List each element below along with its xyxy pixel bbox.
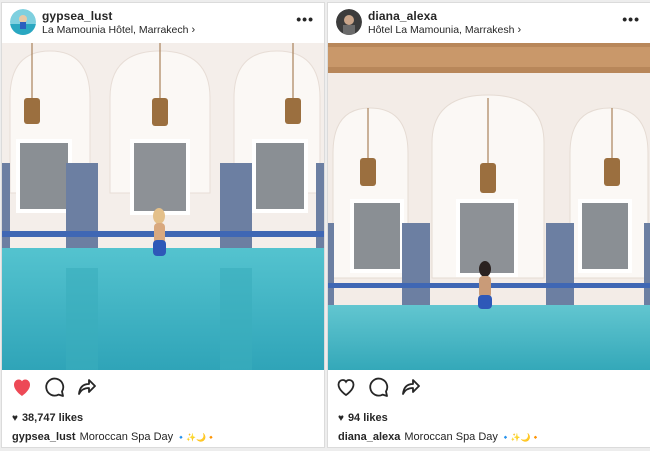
chevron-right-icon: ›	[517, 24, 522, 36]
instagram-comparison: gypsea_lust La Mamounia Hôtel, Marrakech…	[0, 0, 650, 451]
caption-username[interactable]: diana_alexa	[338, 431, 400, 443]
post-card-diana: diana_alexa Hôtel La Mamounia, Marrakesh…	[327, 2, 650, 448]
caption-emoji: 🔹✨🌙🔸	[176, 433, 216, 442]
post-actions	[328, 375, 650, 401]
share-icon[interactable]	[398, 375, 422, 399]
caption-username[interactable]: gypsea_lust	[12, 431, 76, 443]
caption-text: Moroccan Spa Day	[404, 431, 498, 443]
post-photo[interactable]	[328, 43, 650, 370]
avatar[interactable]	[10, 9, 36, 35]
post-header: diana_alexa Hôtel La Mamounia, Marrakesh…	[328, 3, 650, 43]
comment-icon[interactable]	[366, 375, 390, 399]
location-label: La Mamounia Hôtel, Marrakech	[42, 24, 189, 36]
chevron-right-icon: ›	[191, 24, 196, 36]
share-icon[interactable]	[74, 375, 98, 399]
caption: gypsea_lust Moroccan Spa Day 🔹✨🌙🔸	[12, 431, 216, 443]
username[interactable]: diana_alexa	[368, 9, 437, 23]
heart-small-icon: ♥	[12, 413, 18, 424]
heart-outline-icon[interactable]	[334, 375, 358, 399]
avatar[interactable]	[336, 9, 362, 35]
heart-filled-icon[interactable]	[10, 375, 34, 399]
post-actions	[2, 375, 324, 401]
post-header: gypsea_lust La Mamounia Hôtel, Marrakech…	[2, 3, 324, 43]
location-link[interactable]: Hôtel La Mamounia, Marrakesh ›	[368, 24, 521, 36]
caption-emoji: 🔹✨🌙🔸	[500, 433, 541, 442]
likes-count[interactable]: ♥ 94 likes	[338, 412, 388, 424]
post-card-gypsea: gypsea_lust La Mamounia Hôtel, Marrakech…	[1, 2, 325, 448]
likes-count[interactable]: ♥ 38,747 likes	[12, 412, 83, 424]
post-photo[interactable]	[2, 43, 324, 370]
username[interactable]: gypsea_lust	[42, 9, 112, 23]
comment-icon[interactable]	[42, 375, 66, 399]
heart-small-icon: ♥	[338, 413, 344, 424]
location-label: Hôtel La Mamounia, Marrakesh	[368, 24, 515, 36]
likes-text: 38,747 likes	[21, 412, 84, 424]
more-options-button[interactable]: •••	[296, 11, 314, 27]
caption: diana_alexa Moroccan Spa Day 🔹✨🌙🔸	[338, 431, 541, 443]
location-link[interactable]: La Mamounia Hôtel, Marrakech ›	[42, 24, 195, 36]
more-options-button[interactable]: •••	[622, 11, 640, 27]
likes-text: 94 likes	[347, 412, 388, 424]
caption-text: Moroccan Spa Day	[79, 431, 174, 443]
